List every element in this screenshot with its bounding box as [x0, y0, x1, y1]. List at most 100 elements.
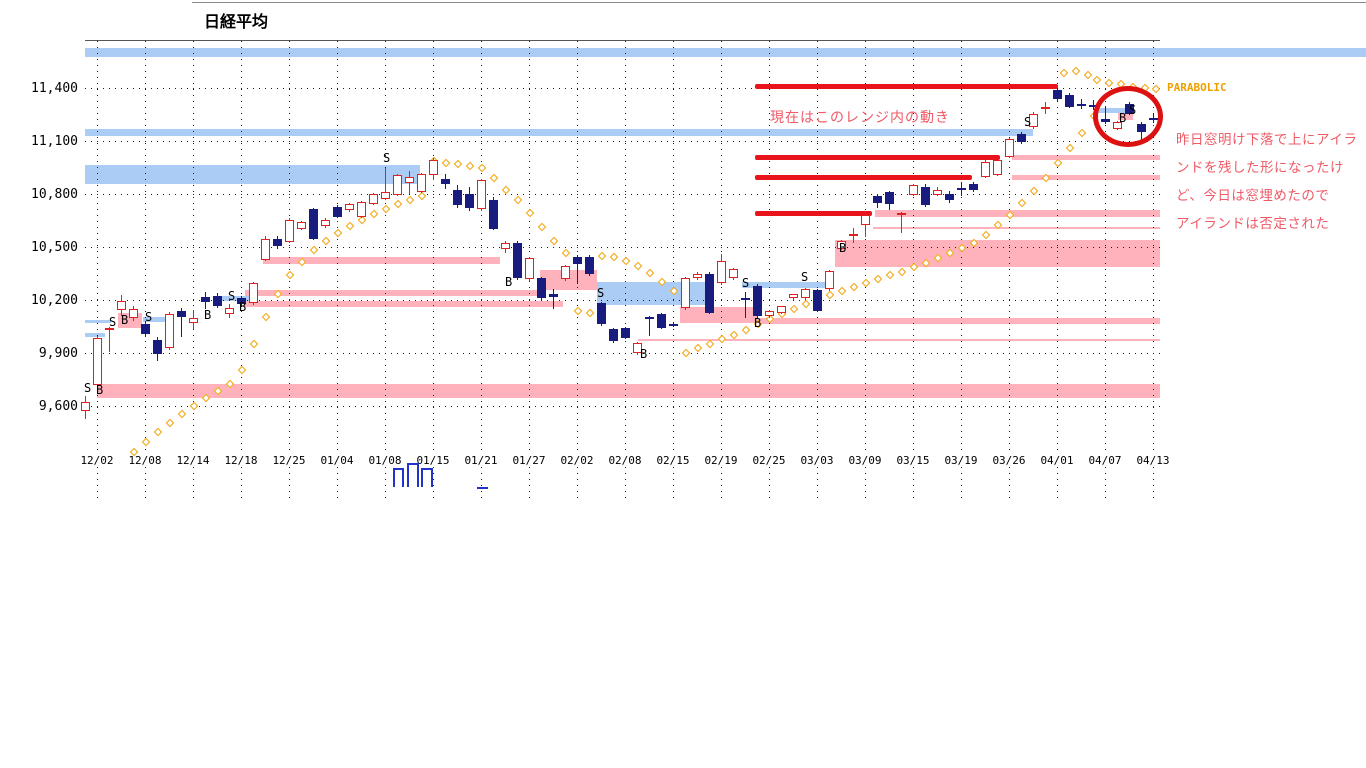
candle-body-up: [765, 311, 774, 316]
grid-line-vertical: [145, 41, 146, 452]
trade-signal-sell: S: [597, 287, 604, 299]
x-axis-label: 12/18: [219, 454, 263, 467]
grid-line-vertical: [337, 41, 338, 452]
candle-body-up: [357, 202, 366, 217]
candle-body-up: [993, 160, 1002, 175]
parabolic-sar-dot: [885, 271, 893, 279]
parabolic-sar-dot: [741, 325, 749, 333]
axis-tick-extension: [1153, 467, 1154, 498]
trade-signal-buy: B: [640, 348, 647, 360]
parabolic-sar-dot: [717, 335, 725, 343]
trade-signal-buy: B: [121, 314, 128, 326]
parabolic-sar-dot: [1071, 66, 1079, 74]
parabolic-sar-dot: [153, 428, 161, 436]
axis-tick-extension: [817, 467, 818, 498]
candle-body-down: [657, 314, 666, 328]
candle-body-down: [489, 200, 498, 229]
candle-body-down: [741, 298, 750, 300]
candle-wick: [649, 316, 650, 336]
parabolic-sar-dot: [897, 267, 905, 275]
parabolic-sar-dot: [873, 275, 881, 283]
candle-body-down: [201, 297, 210, 302]
candle-body-down: [153, 340, 162, 354]
parabolic-sar-dot: [645, 269, 653, 277]
pink-price-band: [1012, 155, 1160, 160]
candle-body-down: [969, 184, 978, 190]
trade-signal-sell: S: [228, 290, 235, 302]
axis-tick-extension: [625, 467, 626, 498]
y-axis-label: 10,200: [30, 293, 78, 308]
candle-body-down: [585, 257, 594, 275]
x-axis-label: 02/19: [699, 454, 743, 467]
candle-body-down: [813, 290, 822, 311]
parabolic-sar-dot: [981, 231, 989, 239]
candle-body-down: [945, 194, 954, 200]
parabolic-sar-dot: [405, 196, 413, 204]
candle-body-down: [537, 278, 546, 298]
candle-body-up: [165, 314, 174, 348]
trade-signal-buy: B: [505, 276, 512, 288]
axis-tick-extension: [337, 467, 338, 498]
parabolic-sar-dot: [609, 253, 617, 261]
candle-body-up: [345, 204, 354, 210]
y-axis-label: 9,900: [30, 346, 78, 361]
axis-tick-extension: [145, 467, 146, 498]
grid-line-horizontal: [85, 194, 1163, 195]
trade-signal-buy: B: [204, 309, 211, 321]
candle-body-down: [1077, 104, 1086, 106]
candle-body-down: [597, 303, 606, 324]
y-axis-label: 9,600: [30, 399, 78, 414]
parabolic-sar-dot: [1065, 144, 1073, 152]
trade-signal-sell: S: [145, 311, 152, 323]
y-axis-label: 10,800: [30, 187, 78, 202]
parabolic-sar-dot: [477, 164, 485, 172]
y-axis-label: 11,100: [30, 134, 78, 149]
candle-body-up: [81, 402, 90, 412]
axis-tick-extension: [1057, 467, 1058, 498]
grid-line-horizontal: [85, 141, 1163, 142]
x-axis-label: 02/08: [603, 454, 647, 467]
candle-body-down: [333, 207, 342, 217]
x-axis-label: 01/21: [459, 454, 503, 467]
axis-tick-extension: [1105, 467, 1106, 498]
grid-line-vertical: [865, 41, 866, 452]
candle-body-down: [753, 286, 762, 316]
candle-body-up: [825, 271, 834, 290]
parabolic-sar-dot: [909, 263, 917, 271]
candle-body-up: [261, 239, 270, 260]
axis-tick-extension: [721, 467, 722, 498]
x-axis-label: 03/26: [987, 454, 1031, 467]
trade-signal-buy: B: [754, 317, 761, 329]
parabolic-sar-dot: [729, 331, 737, 339]
candle-body-down: [1065, 95, 1074, 107]
candle-body-down: [273, 239, 282, 247]
parabolic-sar-dot: [369, 210, 377, 218]
candle-body-up: [477, 180, 486, 209]
x-axis-label: 02/15: [651, 454, 695, 467]
candle-body-down: [921, 187, 930, 205]
candle-body-up: [897, 213, 906, 215]
parabolic-sar-dot: [189, 402, 197, 410]
parabolic-sar-dot: [681, 348, 689, 356]
grid-line-vertical: [385, 41, 386, 452]
x-axis-label: 01/04: [315, 454, 359, 467]
candle-body-up: [369, 194, 378, 204]
trade-signal-sell: S: [1024, 116, 1031, 128]
blue-price-band: [85, 129, 1033, 136]
island-annotation-line: ど、今日は窓埋めたので: [1176, 182, 1357, 210]
x-axis-label: 04/01: [1035, 454, 1079, 467]
x-axis-label: 04/07: [1083, 454, 1127, 467]
axis-tick-extension: [577, 467, 578, 498]
grid-line-horizontal: [85, 406, 1163, 407]
candle-body-up: [189, 318, 198, 323]
trade-signal-buy: B: [239, 301, 246, 313]
grid-line-vertical: [433, 41, 434, 452]
parabolic-sar-dot: [549, 237, 557, 245]
parabolic-sar-dot: [633, 262, 641, 270]
parabolic-sar-dot: [237, 366, 245, 374]
parabolic-indicator-label: PARABOLIC: [1167, 81, 1227, 94]
candle-body-down: [453, 190, 462, 205]
clipped-blue-glyph: [421, 468, 433, 487]
candle-body-up: [501, 243, 510, 249]
parabolic-sar-dot: [525, 209, 533, 217]
